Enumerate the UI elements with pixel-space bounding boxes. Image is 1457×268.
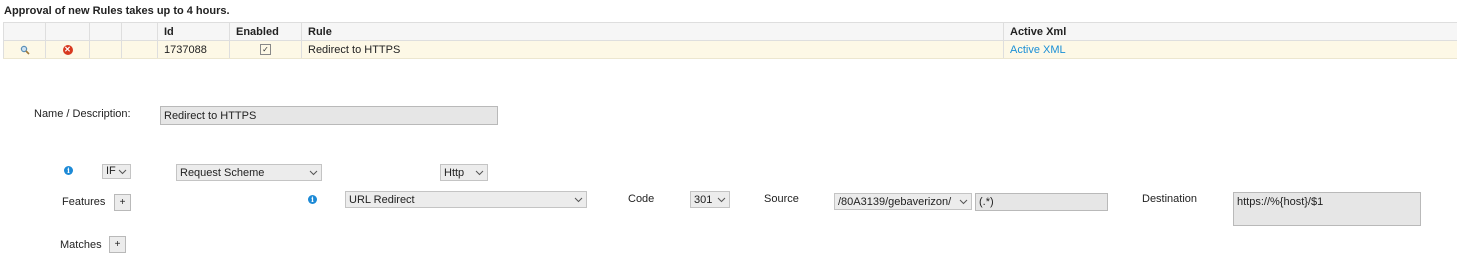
info-icon: i [64, 166, 73, 175]
approval-notice: Approval of new Rules takes up to 4 hour… [4, 5, 230, 17]
features-add-button[interactable]: + [114, 194, 131, 211]
blank-cell-1 [89, 40, 122, 59]
delete-cell[interactable]: ✕ [45, 40, 90, 59]
feature-select[interactable]: URL Redirect [345, 191, 587, 208]
scheme-select[interactable]: Http [440, 164, 488, 181]
view-cell[interactable] [3, 40, 46, 59]
table-row: ✕ 1737088 ✓ Redirect to HTTPS Active XML [3, 40, 1457, 59]
condition-select-value: Request Scheme [180, 167, 265, 179]
code-label: Code [628, 193, 655, 205]
header-blank-2 [121, 22, 158, 41]
name-label: Name / Description: [34, 108, 131, 120]
code-select-value: 301 [694, 194, 713, 206]
source-select-value: /80A3139/gebaverizon/ [838, 196, 952, 208]
enabled-checkbox[interactable]: ✓ [260, 44, 271, 56]
header-view [3, 22, 46, 41]
features-label: Features [62, 196, 106, 208]
header-active-xml: Active Xml [1003, 22, 1457, 41]
delete-icon[interactable]: ✕ [62, 44, 73, 55]
header-rule: Rule [301, 22, 1004, 41]
chevron-down-icon [959, 199, 968, 205]
name-input[interactable]: Redirect to HTTPS [160, 106, 498, 125]
rules-table: Id Enabled Rule Active Xml ✕ 1737088 ✓ R… [3, 22, 1457, 59]
header-enabled: Enabled [229, 22, 302, 41]
magnifier-icon[interactable] [20, 45, 30, 55]
blank-cell-2 [121, 40, 158, 59]
chevron-down-icon [309, 170, 318, 176]
source-label: Source [764, 193, 799, 205]
destination-input[interactable]: https://%{host}/$1 [1233, 192, 1421, 226]
table-header-row: Id Enabled Rule Active Xml [3, 22, 1457, 41]
rule-cell: Redirect to HTTPS [301, 40, 1004, 59]
id-cell: 1737088 [157, 40, 230, 59]
matches-add-button[interactable]: + [109, 236, 126, 253]
chevron-down-icon [118, 169, 127, 175]
chevron-down-icon [574, 197, 583, 203]
header-id: Id [157, 22, 230, 41]
header-blank-1 [89, 22, 122, 41]
chevron-down-icon [475, 170, 484, 176]
destination-label: Destination [1142, 193, 1198, 205]
scheme-select-value: Http [444, 167, 465, 179]
if-select-value: IF [106, 165, 116, 177]
if-select[interactable]: IF [102, 164, 131, 179]
code-select[interactable]: 301 [690, 191, 730, 208]
chevron-down-icon [717, 197, 726, 203]
source-select[interactable]: /80A3139/gebaverizon/ [834, 193, 972, 210]
header-delete [45, 22, 90, 41]
enabled-cell: ✓ [229, 40, 302, 59]
info-icon: i [308, 195, 317, 204]
matches-label: Matches [60, 239, 102, 251]
active-xml-link[interactable]: Active XML [1010, 44, 1066, 56]
feature-select-value: URL Redirect [349, 194, 415, 206]
source-pattern-input[interactable]: (.*) [975, 193, 1108, 211]
active-xml-cell: Active XML [1003, 40, 1457, 59]
condition-select[interactable]: Request Scheme [176, 164, 322, 181]
